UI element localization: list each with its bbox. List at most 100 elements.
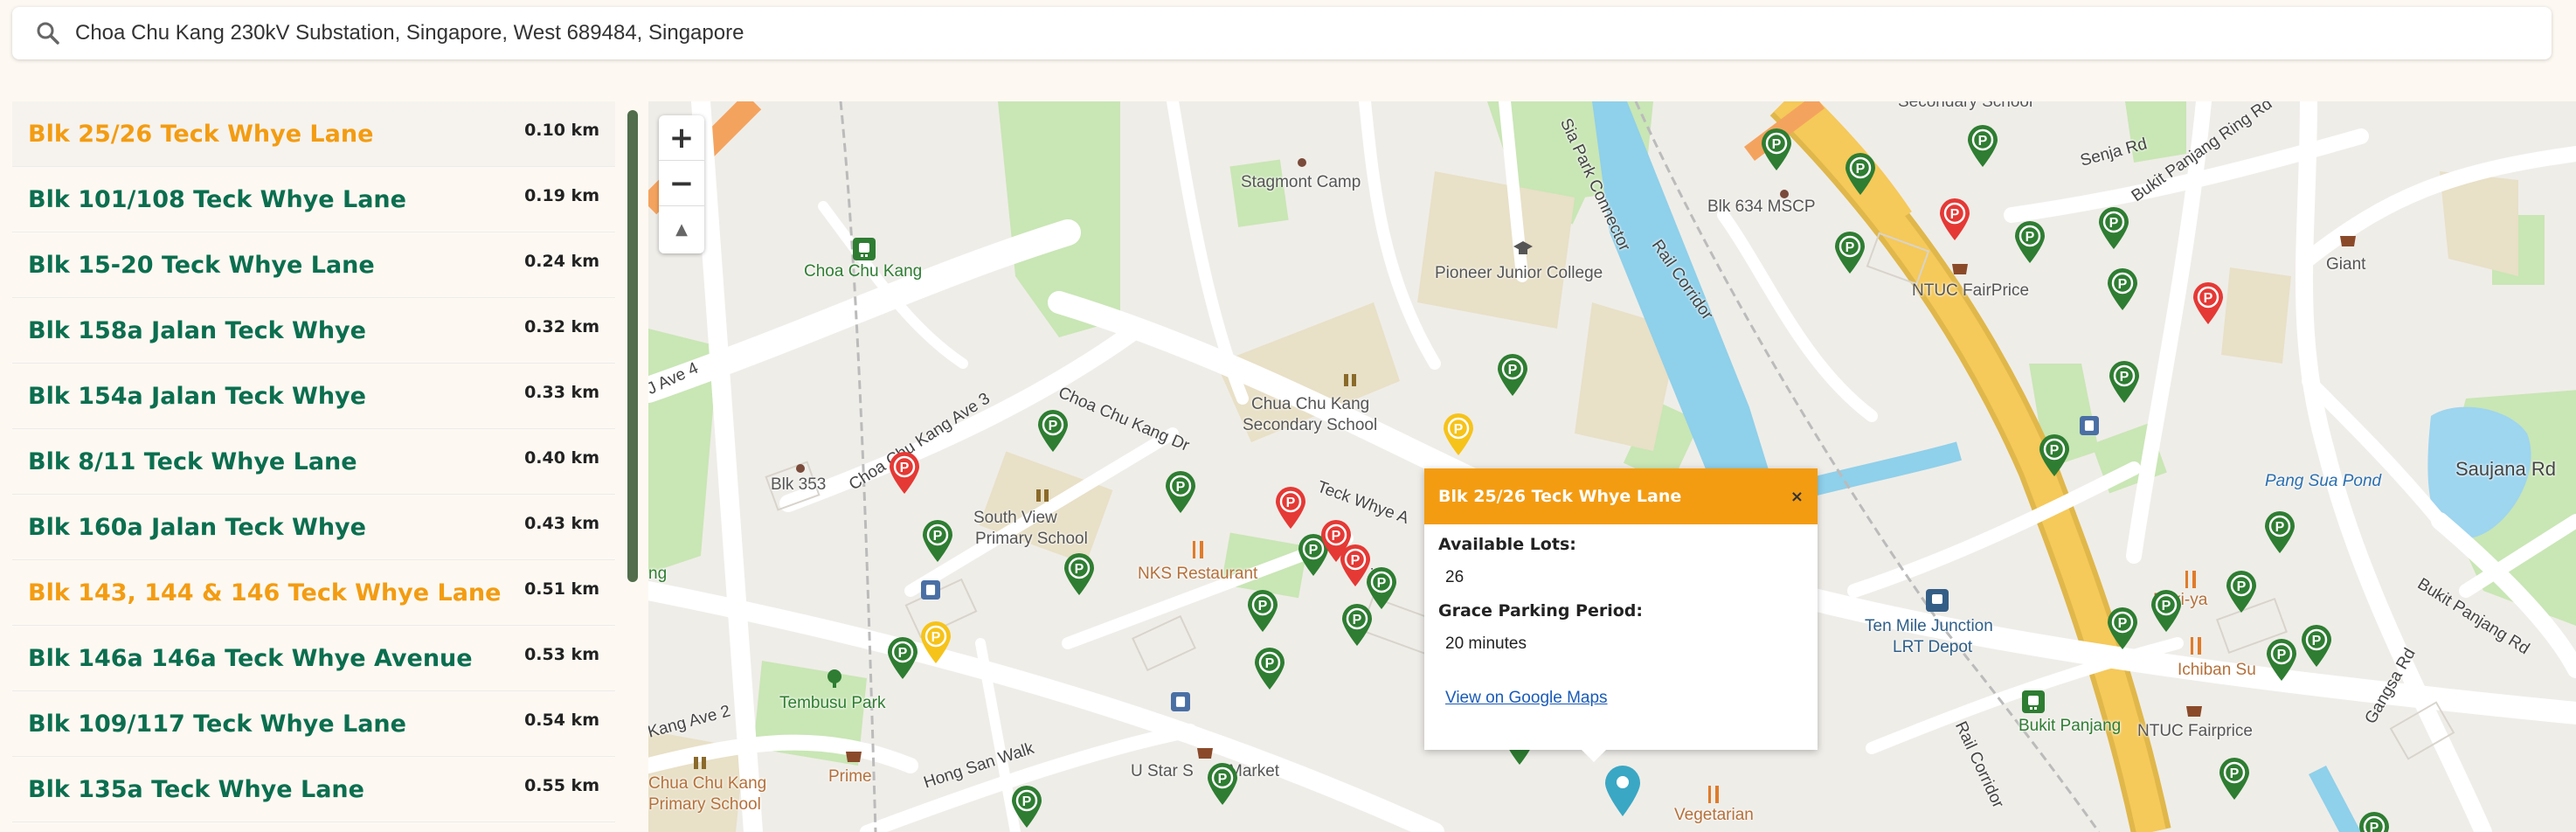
- svg-text:P: P: [2204, 291, 2213, 306]
- parking-marker-limited-icon[interactable]: P: [919, 621, 952, 664]
- svg-text:P: P: [1454, 422, 1464, 437]
- parking-marker-icon[interactable]: P: [2358, 811, 2391, 832]
- parking-marker-limited-icon[interactable]: P: [1442, 413, 1475, 456]
- parking-marker-icon[interactable]: P: [2108, 360, 2141, 404]
- parking-marker-icon[interactable]: P: [1246, 589, 1279, 633]
- list-item[interactable]: Blk 158a Jalan Teck Whye 0.32 km: [12, 298, 615, 364]
- close-button[interactable]: ×: [1790, 488, 1804, 506]
- parking-marker-icon[interactable]: P: [2300, 624, 2333, 668]
- map-label: LRT Depot: [1893, 638, 1973, 656]
- parking-marker-full-icon[interactable]: P: [888, 451, 921, 495]
- zoom-in-button[interactable]: +: [659, 115, 704, 161]
- svg-text:P: P: [2120, 370, 2129, 385]
- svg-text:P: P: [1218, 772, 1228, 787]
- list-item[interactable]: Blk 154a Jalan Teck Whye 0.33 km: [12, 364, 615, 429]
- restaurant-icon: [2191, 637, 2201, 655]
- parking-marker-icon[interactable]: P: [1760, 128, 1793, 171]
- carpark-name: Blk 101/108 Teck Whye Lane: [28, 186, 406, 213]
- carpark-distance: 0.54 km: [524, 711, 599, 730]
- map-label: ng: [648, 565, 668, 583]
- poi-dot-icon: [1298, 158, 1306, 167]
- carpark-distance: 0.24 km: [524, 252, 599, 271]
- shop-icon: [2340, 236, 2356, 246]
- search-input[interactable]: [75, 21, 2434, 45]
- parking-marker-icon[interactable]: P: [2106, 607, 2139, 650]
- list-item[interactable]: Blk 143, 144 & 146 Teck Whye Lane 0.51 k…: [12, 560, 615, 626]
- carpark-name: Blk 25/26 Teck Whye Lane: [28, 121, 374, 148]
- restaurant-icon: [1708, 786, 1719, 803]
- svg-text:P: P: [1508, 363, 1518, 378]
- list-item[interactable]: Blk 135a Teck Whye Lane 0.55 km: [12, 757, 615, 822]
- carpark-name: Blk 154a Jalan Teck Whye: [28, 383, 366, 410]
- popup-title: Blk 25/26 Teck Whye Lane: [1438, 487, 1682, 506]
- list-item[interactable]: Blk 146a 146a Teck Whye Avenue 0.53 km: [12, 626, 615, 691]
- carpark-name: Blk 15-20 Teck Whye Lane: [28, 252, 375, 279]
- list-scrollbar[interactable]: [627, 110, 638, 582]
- bus-stop-icon: [921, 580, 940, 600]
- zoom-controls: + − ▲: [659, 115, 704, 253]
- parking-marker-icon[interactable]: P: [2097, 206, 2130, 250]
- svg-text:P: P: [2277, 648, 2287, 662]
- map-label: Blk 353: [771, 475, 827, 494]
- svg-text:P: P: [2370, 821, 2379, 832]
- parking-marker-icon[interactable]: P: [1036, 409, 1070, 453]
- map-label: Blk 634 MSCP: [1707, 198, 1816, 216]
- parking-marker-icon[interactable]: P: [886, 636, 919, 680]
- list-item[interactable]: Blk 15-20 Teck Whye Lane 0.24 km: [12, 232, 615, 298]
- google-maps-link[interactable]: View on Google Maps: [1445, 689, 1818, 708]
- parking-marker-full-icon[interactable]: P: [2192, 281, 2225, 325]
- carpark-distance: 0.55 km: [524, 776, 599, 795]
- parking-marker-icon[interactable]: P: [1063, 552, 1096, 596]
- mrt-station-icon: [853, 238, 876, 260]
- svg-text:P: P: [2025, 230, 2035, 245]
- svg-text:P: P: [1772, 137, 1782, 152]
- map-label: Stagmont Camp: [1241, 173, 1361, 191]
- grace-period-value: 20 minutes: [1445, 634, 1527, 653]
- svg-text:P: P: [1176, 480, 1186, 495]
- parking-marker-icon[interactable]: P: [1496, 353, 1529, 397]
- parking-marker-icon[interactable]: P: [921, 519, 954, 563]
- carpark-distance: 0.10 km: [524, 121, 599, 140]
- list-item[interactable]: Blk 25/26 Teck Whye Lane 0.10 km: [12, 101, 615, 167]
- parking-marker-icon[interactable]: P: [1164, 470, 1197, 514]
- map-label: NTUC FairPrice: [1912, 281, 2030, 300]
- svg-text:P: P: [898, 646, 908, 661]
- parking-marker-icon[interactable]: P: [1833, 231, 1866, 274]
- zoom-out-button[interactable]: −: [659, 161, 704, 206]
- parking-marker-icon[interactable]: P: [2106, 267, 2139, 311]
- parking-marker-icon[interactable]: P: [2263, 510, 2296, 554]
- list-item[interactable]: Blk 101/108 Teck Whye Lane 0.19 km: [12, 167, 615, 232]
- list-item[interactable]: Blk 160a Jalan Teck Whye 0.43 km: [12, 495, 615, 560]
- svg-text:P: P: [1856, 162, 1866, 177]
- reset-bearing-button[interactable]: ▲: [659, 206, 704, 252]
- map-label: Primary School: [648, 795, 761, 814]
- location-pin-icon[interactable]: [1603, 764, 1643, 818]
- shop-icon: [1952, 264, 1968, 274]
- svg-text:P: P: [1286, 496, 1296, 510]
- list-item[interactable]: Blk 8/11 Teck Whye Lane 0.40 km: [12, 429, 615, 495]
- parking-marker-icon[interactable]: P: [2038, 433, 2071, 477]
- svg-text:P: P: [1332, 529, 1341, 544]
- parking-marker-icon[interactable]: P: [1010, 785, 1043, 829]
- parking-marker-icon[interactable]: P: [1206, 762, 1239, 806]
- popup-header: Blk 25/26 Teck Whye Lane ×: [1424, 468, 1818, 524]
- parking-marker-icon[interactable]: P: [2265, 638, 2298, 682]
- parking-marker-icon[interactable]: P: [2150, 589, 2183, 633]
- svg-text:P: P: [2118, 616, 2128, 631]
- carpark-name: Blk 143, 144 & 146 Teck Whye Lane: [28, 579, 502, 607]
- parking-marker-icon[interactable]: P: [1966, 124, 1999, 168]
- svg-text:P: P: [1351, 553, 1361, 568]
- parking-marker-icon[interactable]: P: [1253, 647, 1286, 690]
- parking-marker-full-icon[interactable]: P: [1938, 198, 1971, 241]
- available-lots-label: Available Lots:: [1438, 535, 1576, 554]
- parking-marker-full-icon[interactable]: P: [1339, 544, 1372, 587]
- svg-text:P: P: [931, 630, 941, 645]
- map-view[interactable]: + − ▲ Choa Chu Kang Stagmont Camp Pionee…: [648, 101, 2576, 832]
- carpark-distance: 0.43 km: [524, 514, 599, 533]
- list-item[interactable]: Blk 109/117 Teck Whye Lane 0.54 km: [12, 691, 615, 757]
- parking-marker-icon[interactable]: P: [2013, 220, 2046, 264]
- parking-marker-full-icon[interactable]: P: [1274, 486, 1307, 530]
- parking-marker-icon[interactable]: P: [2225, 570, 2258, 614]
- parking-marker-icon[interactable]: P: [1844, 152, 1877, 196]
- parking-marker-icon[interactable]: P: [2218, 757, 2251, 801]
